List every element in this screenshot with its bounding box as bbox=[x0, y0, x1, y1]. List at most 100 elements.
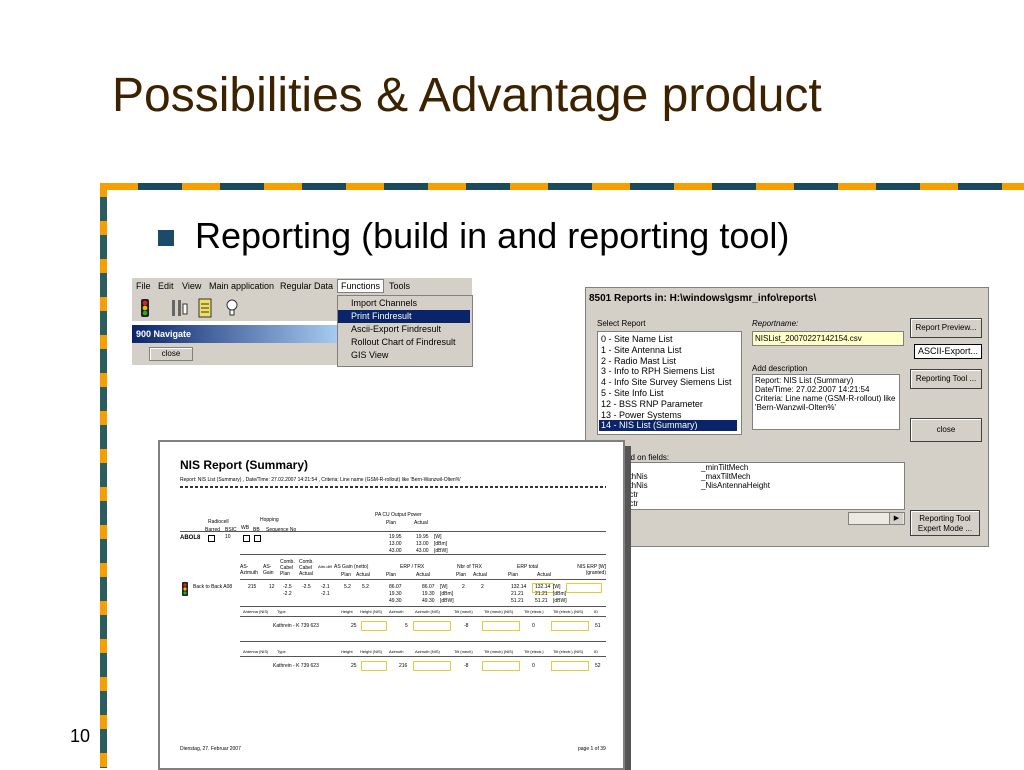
ant-col-azimuth: Azimuth bbox=[389, 609, 404, 614]
scroll-right-arrow-icon[interactable]: ▶ bbox=[889, 513, 903, 524]
ant-col-azimuth: Azimuth bbox=[389, 649, 404, 654]
col-sequence: Sequence No bbox=[266, 527, 297, 533]
nav-title: 900 Navigate bbox=[136, 329, 192, 339]
report-list-item[interactable]: 1 - Site Antenna List bbox=[599, 345, 682, 356]
close-button[interactable]: close bbox=[910, 418, 982, 442]
wb-checkbox[interactable] bbox=[243, 535, 250, 542]
bb-checkbox[interactable] bbox=[254, 535, 261, 542]
separator bbox=[240, 616, 606, 617]
separator bbox=[240, 641, 606, 642]
report-list-item[interactable]: 12 - BSS RNP Parameter bbox=[599, 399, 703, 410]
row-diff: -2.1 -2.1 bbox=[321, 584, 330, 597]
menu-regular-data[interactable]: Regular Data bbox=[280, 281, 333, 291]
report-footer-date: Dienstag, 27. Februar 2007 bbox=[180, 746, 241, 752]
reports-window: 8501 Reports in: H:\windows\gsmr_info\re… bbox=[585, 287, 989, 547]
functions-dropdown: Import Channels Print Findresult Ascii-E… bbox=[337, 295, 473, 367]
fields-listbox[interactable]: e uthNis uthNis ectr ectr _minTiltMech _… bbox=[622, 462, 905, 510]
ant-col-height-nis: Height (NIS) bbox=[360, 609, 383, 614]
ant-col-height: Height bbox=[341, 609, 353, 614]
traffic-light-icon[interactable] bbox=[137, 298, 153, 318]
horizontal-scrollbar[interactable]: ▶ bbox=[848, 512, 905, 525]
ant-col-antenna: Antenna (NIS) bbox=[243, 649, 269, 654]
row-trx-actual: 2 bbox=[481, 584, 484, 590]
lightbulb-icon[interactable] bbox=[224, 298, 240, 318]
field-col1: e uthNis uthNis ectr ectr bbox=[625, 463, 648, 508]
ant-row-height: 25 bbox=[351, 623, 357, 629]
dropdown-print-findresult[interactable]: Print Findresult bbox=[338, 310, 470, 323]
dropdown-rollout-chart[interactable]: Rollout Chart of Findresult bbox=[338, 336, 470, 349]
ant-col-tilt-mech: Tilt (mech) bbox=[454, 609, 473, 614]
reporting-tool-expert-button[interactable]: Reporting Tool Expert Mode ... bbox=[910, 510, 980, 536]
barred-checkbox[interactable] bbox=[208, 535, 215, 542]
menu-file[interactable]: File bbox=[136, 281, 151, 291]
ant-height-nis-box bbox=[361, 661, 387, 671]
ant-col-type: Type bbox=[277, 609, 286, 614]
col-trx-actual: Actual bbox=[473, 572, 487, 578]
nis-report-page: NIS Report (Summary) Report: NIS List (S… bbox=[158, 440, 625, 770]
report-list-item[interactable]: 2 - Radio Mast List bbox=[599, 356, 676, 367]
reports-window-title: 8501 Reports in: H:\windows\gsmr_info\re… bbox=[586, 288, 988, 310]
description-line: Criteria: Line name (GSM-R-rollout) like bbox=[755, 394, 896, 403]
report-list-item[interactable]: 13 - Power Systems bbox=[599, 410, 682, 421]
list-icon[interactable] bbox=[197, 298, 213, 318]
fields-label: ced on fields: bbox=[622, 453, 670, 462]
report-preview-button[interactable]: Report Preview... bbox=[910, 318, 982, 338]
report-listbox[interactable]: 0 - Site Name List 1 - Site Antenna List… bbox=[597, 331, 742, 435]
ant-row-tilt-el: 0 bbox=[532, 663, 535, 669]
ant-col-height: Height bbox=[341, 649, 353, 654]
nav-close-button[interactable]: close bbox=[149, 347, 193, 361]
ant-row-type: Kathrein - K 739 623 bbox=[273, 663, 319, 669]
ant-col-tilt-mech-nis: Tilt (mech) (NIS) bbox=[484, 649, 514, 654]
row-erp-plan: 86.07 19.30 49.30 bbox=[389, 584, 402, 604]
antenna-icon[interactable] bbox=[170, 298, 188, 318]
report-list-item[interactable]: 0 - Site Name List bbox=[599, 334, 673, 345]
ant-row-type: Kathrein - K 739 623 bbox=[273, 623, 319, 629]
ascii-export-button[interactable]: ASCII-Export... bbox=[914, 344, 982, 359]
col-as-azimuth: AS-Azimuth bbox=[240, 564, 259, 576]
ant-col-tilt-el-nis: Tilt (electr.) (NIS) bbox=[553, 609, 584, 614]
ant-col-azimuth-nis: Azimuth (NIS) bbox=[415, 609, 440, 614]
reportname-input[interactable]: NISList_20070227142154.csv bbox=[752, 331, 904, 346]
row-gain-actual: 5.2 bbox=[362, 584, 369, 590]
col-nbr-trx: Nbr of TRX bbox=[457, 564, 482, 570]
report-list-item-selected[interactable]: 14 - NIS List (Summary) bbox=[599, 420, 737, 432]
col-attn-diff: Attn-diff bbox=[318, 564, 332, 569]
col-erp-trx: ERP / TRX bbox=[400, 564, 425, 570]
report-list-item[interactable]: 3 - Info to RPH Siemens List bbox=[599, 366, 715, 377]
row-gain: 12 bbox=[269, 584, 275, 590]
menu-tools[interactable]: Tools bbox=[389, 281, 410, 291]
description-label: Add description bbox=[752, 364, 808, 373]
report-list-item[interactable]: 5 - Site Info List bbox=[599, 388, 664, 399]
reporting-tool-button[interactable]: Reporting Tool ... bbox=[910, 369, 982, 389]
menu-functions[interactable]: Functions bbox=[337, 279, 385, 293]
separator bbox=[240, 606, 606, 607]
ant-col-height-nis: Height (NIS) bbox=[360, 649, 383, 654]
menu-main-application[interactable]: Main application bbox=[209, 281, 274, 291]
description-line: Date/Time: 27.02.2007 14:21:54 bbox=[755, 385, 870, 394]
ant-col-tilt-mech: Tilt (mech) bbox=[454, 649, 473, 654]
col-actual: Actual bbox=[414, 520, 428, 526]
app-menubar: File Edit View Main application Regular … bbox=[132, 278, 472, 295]
dropdown-ascii-export[interactable]: Ascii-Export Findresult bbox=[338, 323, 470, 336]
menu-view[interactable]: View bbox=[182, 281, 201, 291]
ant-col-id: ID bbox=[594, 649, 598, 654]
ant-tilt-nis-box bbox=[482, 661, 520, 671]
report-title: NIS Report (Summary) bbox=[180, 458, 309, 472]
ant-row-azimuth: 5 bbox=[405, 623, 408, 629]
reportname-label: Reportname: bbox=[752, 319, 799, 328]
col-pa-output: PA CU Output Power bbox=[375, 512, 422, 518]
ant-col-id: ID bbox=[594, 609, 598, 614]
col-plan: Plan bbox=[386, 520, 397, 526]
page-number: 10 bbox=[70, 726, 91, 746]
dropdown-gis-view[interactable]: GIS View bbox=[338, 349, 470, 362]
col-nis-erp: NIS ERP [W] (granted) bbox=[577, 564, 606, 576]
separator bbox=[180, 531, 606, 532]
dropdown-import-channels[interactable]: Import Channels bbox=[338, 297, 470, 310]
menu-edit[interactable]: Edit bbox=[158, 281, 174, 291]
nav-panel: close bbox=[132, 343, 337, 365]
row-label: Back to Back A08 bbox=[193, 584, 233, 590]
description-textarea[interactable]: Report: NIS List (Summary) Date/Time: 27… bbox=[752, 374, 900, 430]
slide-title: Possibilities & Advantage product bbox=[112, 69, 822, 122]
report-list-item[interactable]: 4 - Info Site Survey Siemens List bbox=[599, 377, 732, 388]
col-comb-actual: Comb. Cabel Actual bbox=[299, 559, 314, 577]
